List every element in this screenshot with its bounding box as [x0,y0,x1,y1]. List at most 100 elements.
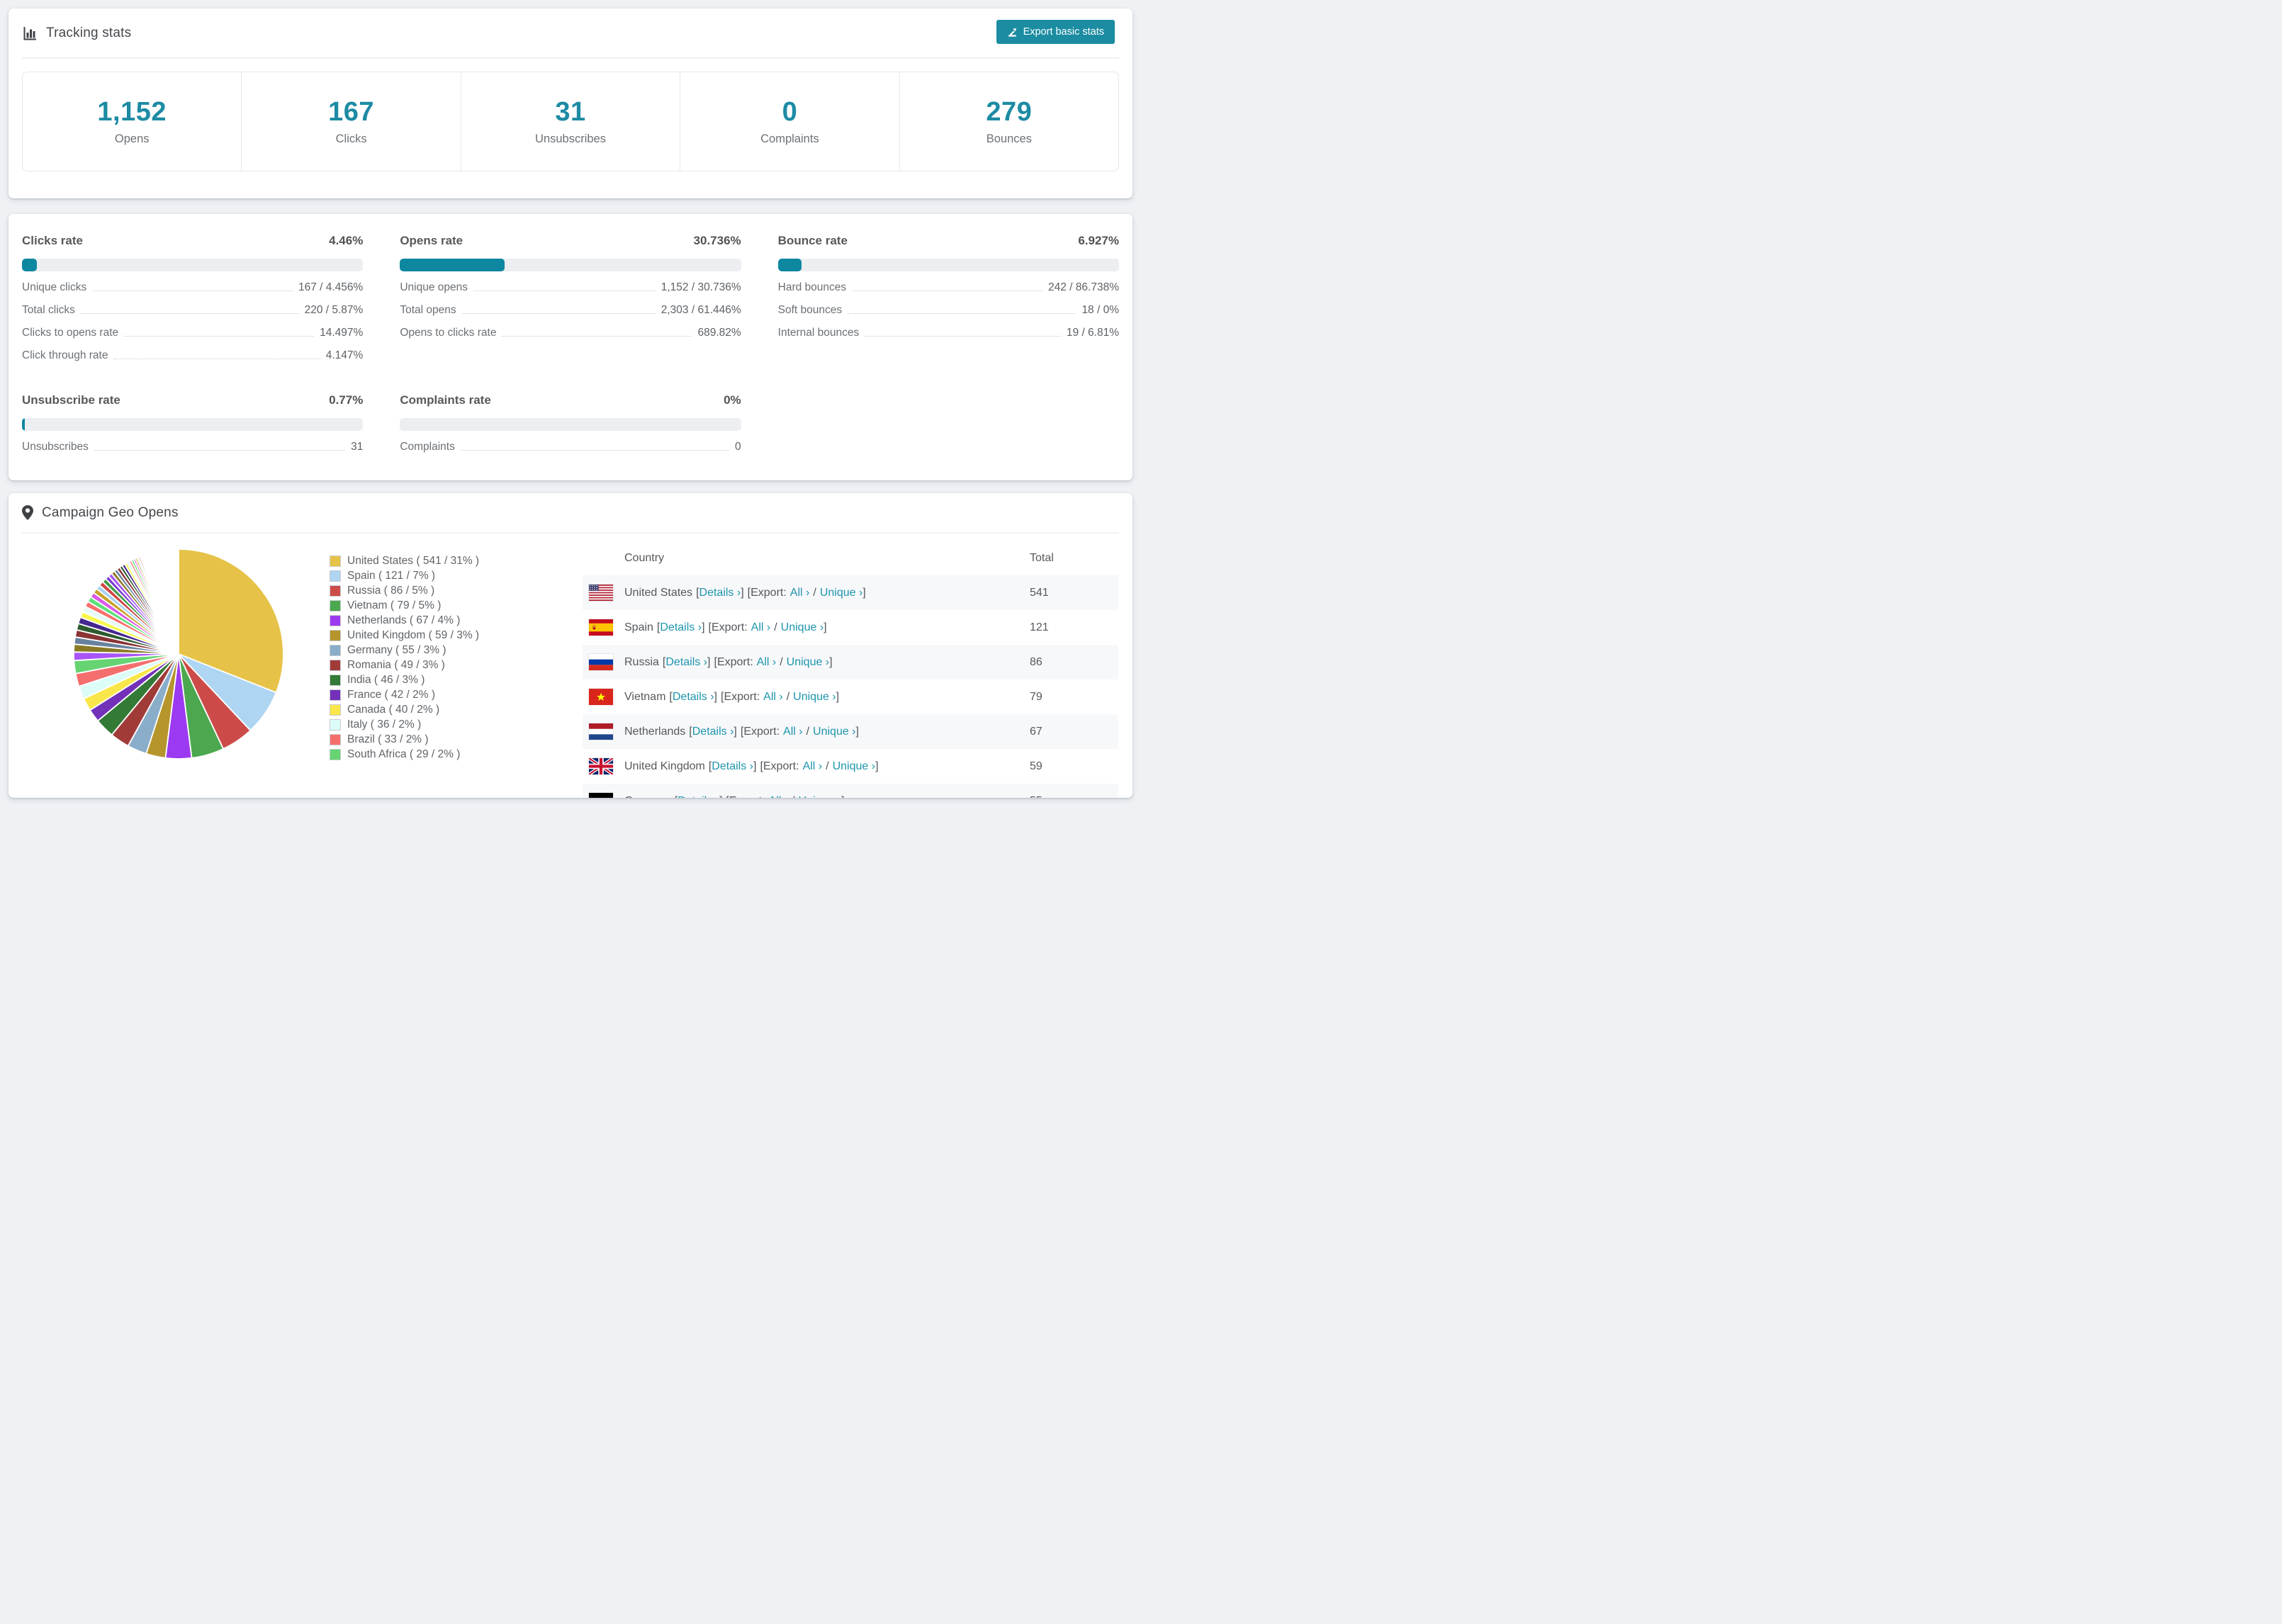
rate-block-opens-rate: Opens rate 30.736% Unique opens 1,152 / 30.… [400,234,741,362]
legend-label: France ( 42 / 2% ) [347,688,436,701]
rate-row-value: 220 / 5.87% [304,304,364,316]
export-unique-link[interactable]: Unique › [833,760,875,773]
export-prefix: [Export: [714,655,753,668]
legend-label: Germany ( 55 / 3% ) [347,643,446,656]
export-unique-link[interactable]: Unique › [820,587,862,599]
rate-title: Bounce rate [777,234,848,247]
geo-content: United States ( 541 / 31% ) Spain ( 121 /… [9,534,1132,798]
details-link[interactable]: Details › [660,621,702,634]
legend-swatch-icon [330,748,341,760]
export-prefix: [Export: [726,795,765,799]
bracket: ] [753,760,757,772]
rate-row-value: 4.147% [325,349,364,361]
rate-row-label: Unique clicks [22,281,87,293]
summary-stat-clicks: 167 Clicks [241,72,460,171]
details-link[interactable]: Details › [712,760,753,773]
progress-bar-track [22,259,364,271]
legend-item-south-africa: South Africa ( 29 / 2% ) [330,747,479,762]
stat-label: Complaints [760,132,819,145]
rate-head: Opens rate 30.736% [400,234,741,248]
geo-table-country-cell: Germany[Details ›][Export:All ›/Unique ›… [583,793,1030,798]
rate-row-unsubscribes: Unsubscribes 31 [22,441,363,453]
country-name: Vietnam [624,690,666,703]
dotted-leader [460,450,730,451]
legend-item-netherlands: Netherlands ( 67 / 4% ) [330,613,479,628]
details-link[interactable]: Details › [678,795,719,799]
summary-stats-box: 1,152 Opens 167 Clicks 31 Unsubscribes 0 Compla… [22,72,1119,171]
column-header-country: Country [624,551,665,564]
slash-separator: / [826,760,829,772]
export-all-link[interactable]: All › [769,795,789,799]
export-all-link[interactable]: All › [751,621,771,634]
summary-stat-opens: 1,152 Opens [23,72,241,171]
export-all-link[interactable]: All › [783,726,803,738]
stat-label: Unsubscribes [535,132,606,145]
map-pin-icon [22,505,33,520]
export-unique-link[interactable]: Unique › [813,726,855,738]
flag-nl-icon [589,723,613,740]
country-name: Germany [624,795,671,799]
details-link[interactable]: Details › [692,726,734,738]
details-link[interactable]: Details › [673,691,714,704]
export-unique-link[interactable]: Unique › [793,691,836,704]
rate-head: Clicks rate 4.46% [22,234,363,248]
legend-label: Spain ( 121 / 7% ) [347,569,436,582]
export-unique-link[interactable]: Unique › [787,656,829,669]
geo-table-total-cell: 59 [1030,760,1042,772]
slash-separator: / [792,795,794,799]
export-all-link[interactable]: All › [803,760,823,773]
geo-table-total-cell: 55 [1030,795,1118,799]
export-all-link[interactable]: All › [757,656,777,669]
rate-title: Clicks rate [22,234,83,247]
rate-rows: Unique opens 1,152 / 30.736% Total opens 2,… [400,281,741,339]
export-unique-link[interactable]: Unique › [799,795,841,799]
export-prefix: [Export: [721,690,760,703]
export-all-link[interactable]: All › [763,691,783,704]
legend-label: Canada ( 40 / 2% ) [347,703,440,716]
export-prefix: [Export: [760,760,799,772]
rate-row-value: 167 / 4.456% [298,281,364,293]
dotted-leader [80,313,299,314]
export-all-link[interactable]: All › [790,587,810,599]
flag-ru-icon [589,654,613,670]
rate-row-click-through-rate: Click through rate 4.147% [22,349,363,362]
details-link[interactable]: Details › [699,587,741,599]
geo-table-total-cell: 121 [1030,621,1049,633]
rates-grid: Clicks rate 4.46% Unique clicks 167 / 4.456… [9,214,1132,453]
legend-label: United States ( 541 / 31% ) [347,554,480,567]
flag-de-icon [589,793,613,798]
flag-es-icon [589,619,613,636]
geo-table-row-netherlands: Netherlands[Details ›] [Export: All › / Uniq… [583,714,1118,749]
bracket: ] [714,690,717,703]
rate-rows: Complaints 0 [400,441,741,453]
slash-separator: / [813,586,816,599]
legend-item-canada: Canada ( 40 / 2% ) [330,702,479,717]
rate-row-complaints: Complaints 0 [400,441,741,453]
rate-block-complaints-rate: Complaints rate 0% Complaints 0 [400,393,741,453]
flag-us-icon [589,585,613,601]
rate-row-label: Total opens [400,304,456,316]
country-name: Netherlands [624,725,686,738]
rate-row-value: 18 / 0% [1081,304,1119,316]
legend-swatch-icon [330,704,341,716]
legend-label: Netherlands ( 67 / 4% ) [347,614,461,626]
export-button-label: Export basic stats [1023,26,1104,38]
rate-row-label: Clicks to opens rate [22,327,119,339]
rates-card: Clicks rate 4.46% Unique clicks 167 / 4.456… [9,214,1132,480]
progress-bar-fill [22,418,26,431]
export-basic-stats-button[interactable]: Export basic stats [996,20,1115,44]
stat-label: Clicks [335,132,367,145]
geo-pie-chart[interactable] [72,548,285,760]
stat-value: 0 [782,97,798,127]
legend-item-romania: Romania ( 49 / 3% ) [330,658,479,672]
summary-stat-unsubscribes: 31 Unsubscribes [460,72,680,171]
export-unique-link[interactable]: Unique › [781,621,824,634]
rate-title: Complaints rate [400,393,491,407]
slash-separator: / [780,655,783,668]
rate-row-soft-bounces: Soft bounces 18 / 0% [778,304,1119,317]
details-link[interactable]: Details › [665,656,707,669]
stat-value: 167 [328,97,375,127]
rate-row-label: Total clicks [22,304,75,316]
legend-item-germany: Germany ( 55 / 3% ) [330,643,479,658]
dotted-leader [124,336,315,337]
